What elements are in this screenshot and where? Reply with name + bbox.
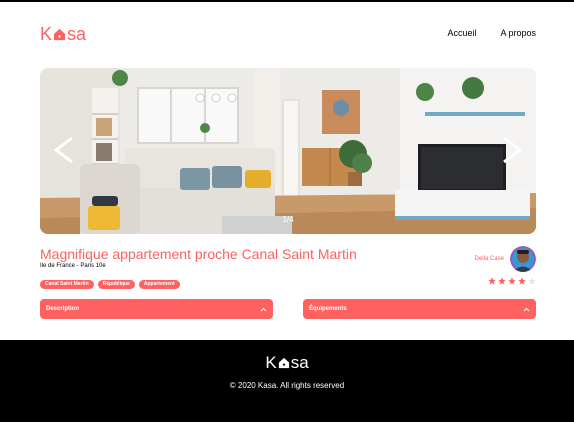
host-name: Della Case [474,256,504,262]
footer-logo: K sa [265,354,308,371]
tag: République [97,280,135,289]
footer-logo-rest: sa [290,353,309,372]
equipments-label: Équipements [309,306,347,312]
tag: Appartement [138,280,180,289]
footer-logo-letter-k: K [265,353,277,372]
description-collapse[interactable]: Description [40,299,273,319]
photo-carousel: 1/4 [40,68,536,234]
apartment-photo [40,68,536,234]
tag-list: Canal Saint Martin République Appartemen… [40,280,180,289]
star-icon [518,277,526,285]
rating-stars [488,277,536,285]
main-nav: Accueil A propos [447,28,536,38]
logo-letter-k: K [40,24,53,44]
site-header: K sa Accueil A propos [40,22,536,46]
listing-title: Magnifique appartement proche Canal Sain… [40,246,357,262]
tag: Canal Saint Martin [40,280,94,289]
nav-link-about[interactable]: A propos [500,28,536,38]
house-logo-icon [278,357,289,368]
nav-link-home[interactable]: Accueil [447,28,476,38]
top-border [0,0,574,2]
star-icon [508,277,516,285]
site-footer: K sa © 2020 Kasa. All rights reserved [0,340,574,422]
description-label: Description [46,306,80,312]
copyright-text: © 2020 Kasa. All rights reserved [229,381,345,390]
host-avatar [510,246,536,272]
chevron-up-icon [523,307,530,311]
logo-rest: sa [67,24,87,44]
star-icon [488,277,496,285]
star-icon [528,277,536,285]
equipments-collapse[interactable]: Équipements [303,299,536,319]
host-info: Della Case [475,246,536,272]
house-logo-icon [53,28,66,40]
kasa-logo[interactable]: K sa [40,25,86,43]
next-arrow-icon[interactable] [498,132,528,168]
chevron-up-icon [260,307,267,311]
star-icon [498,277,506,285]
listing-location: Ile de France - Paris 10e [40,263,106,269]
previous-arrow-icon[interactable] [48,132,78,168]
slide-counter: 1/4 [282,215,294,224]
